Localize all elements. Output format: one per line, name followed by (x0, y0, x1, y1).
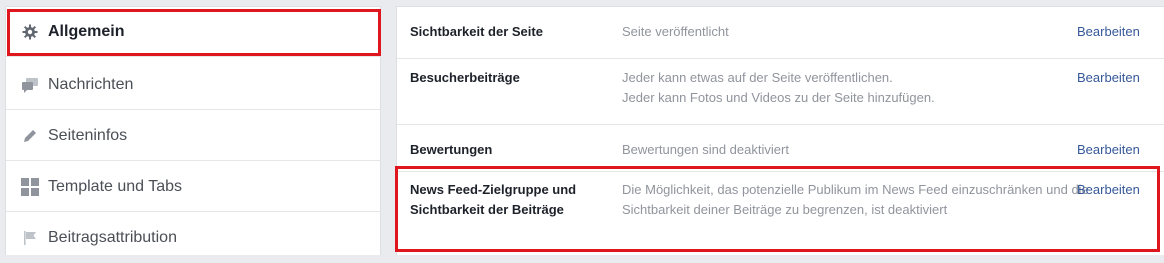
grid-icon (20, 177, 40, 197)
sidebar-item-template-und-tabs[interactable]: Template und Tabs (6, 162, 380, 212)
sidebar-item-label: Template und Tabs (48, 177, 183, 195)
edit-link[interactable]: Bearbeiten (1077, 140, 1140, 160)
sidebar-item-label: Beitragsattribution (48, 229, 177, 246)
row-description-line: Jeder kann etwas auf der Seite veröffent… (622, 70, 893, 85)
row-title: Besucherbeiträge (410, 70, 520, 85)
settings-sidebar: Allgemein Nachrichten Seiteninfos Templa… (5, 6, 381, 255)
settings-panel: Sichtbarkeit der Seite Seite veröffentli… (396, 6, 1164, 255)
settings-row-besucherbeitraege: Besucherbeiträge Jeder kann etwas auf de… (397, 59, 1164, 125)
edit-link[interactable]: Bearbeiten (1077, 68, 1140, 88)
sidebar-item-allgemein[interactable]: Allgemein (6, 7, 380, 57)
settings-row-sichtbarkeit: Sichtbarkeit der Seite Seite veröffentli… (397, 7, 1164, 59)
flag-icon (20, 228, 40, 248)
row-description: Seite veröffentlicht (622, 24, 729, 39)
row-description: Jeder kann etwas auf der Seite veröffent… (622, 68, 1082, 108)
sidebar-item-label: Seiteninfos (48, 126, 128, 144)
row-title: Bewertungen (410, 142, 493, 157)
gear-icon (20, 22, 40, 42)
sidebar-item-seiteninfos[interactable]: Seiteninfos (6, 111, 380, 161)
sidebar-item-label: Allgemein (48, 22, 125, 40)
sidebar-item-label: Nachrichten (48, 75, 134, 93)
row-title: News Feed-Zielgruppe und Sichtbarkeit de… (410, 182, 577, 217)
chat-bubbles-icon (20, 75, 40, 95)
settings-row-news-feed: News Feed-Zielgruppe und Sichtbarkeit de… (397, 172, 1164, 256)
sidebar-item-nachrichten[interactable]: Nachrichten (6, 60, 380, 110)
pencil-icon (20, 126, 40, 146)
row-description: Die Möglichkeit, das potenzielle Publiku… (622, 182, 1089, 217)
row-description: Bewertungen sind deaktiviert (622, 142, 789, 157)
sidebar-item-beitragsattribution[interactable]: Beitragsattribution (6, 213, 380, 263)
edit-link[interactable]: Bearbeiten (1077, 180, 1140, 200)
row-description-line: Jeder kann Fotos und Videos zu der Seite… (622, 90, 935, 105)
edit-link[interactable]: Bearbeiten (1077, 22, 1140, 42)
row-title: Sichtbarkeit der Seite (410, 24, 543, 39)
settings-row-bewertungen: Bewertungen Bewertungen sind deaktiviert… (397, 125, 1164, 172)
